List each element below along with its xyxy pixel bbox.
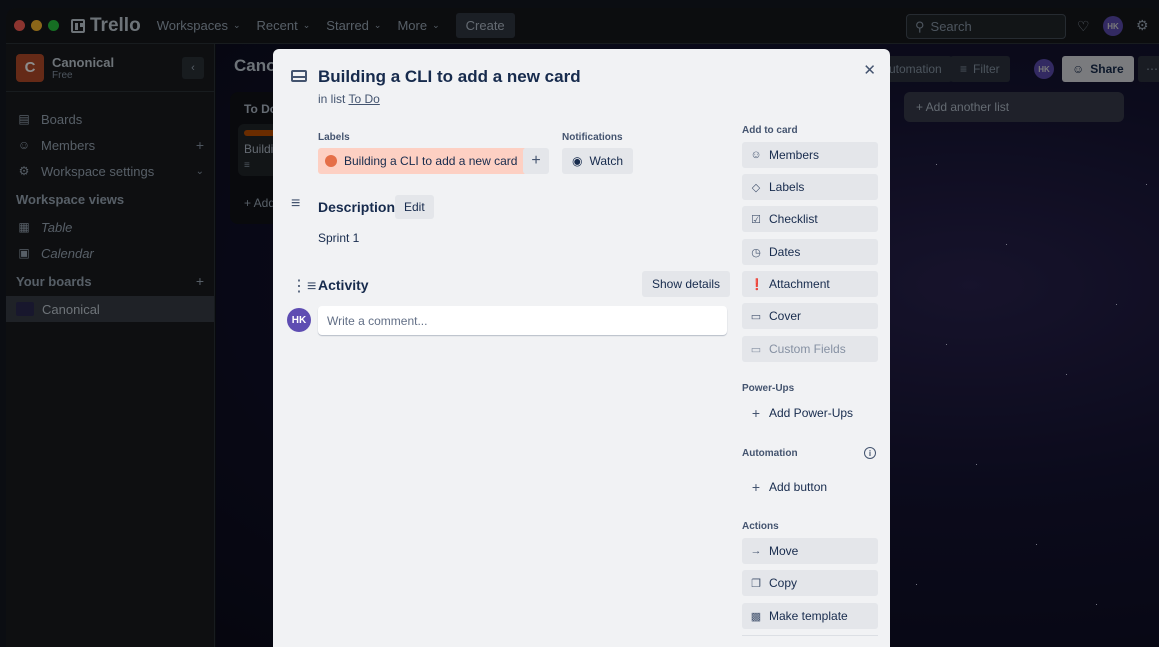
custom-fields-label: Custom Fields [769,342,846,356]
label-color-dot [325,155,337,167]
tag-icon: ◇ [751,181,761,194]
plus-icon: + [751,479,761,495]
commenter-avatar[interactable]: HK [287,308,311,332]
copy-icon: ❐ [751,577,761,590]
edit-description-button[interactable]: Edit [395,195,434,219]
add-power-ups-button[interactable]: + Add Power-Ups [742,400,878,426]
description-heading: Description [318,199,396,215]
labels-heading: Labels [318,132,350,143]
members-label: Members [769,148,820,162]
watch-label: Watch [589,154,624,168]
cover-label: Cover [769,309,802,323]
actions-heading: Actions [742,521,779,532]
power-ups-heading: Power-Ups [742,383,795,394]
checklist-label: Checklist [769,212,818,226]
copy-label: Copy [769,576,798,590]
labels-button[interactable]: ◇ Labels [742,174,878,200]
person-icon: ☺ [750,149,762,161]
template-icon: ▩ [750,610,762,623]
label-chip[interactable]: Building a CLI to add a new card [318,148,528,174]
paperclip-icon: ❗ [750,278,764,291]
add-power-ups-label: Add Power-Ups [769,406,854,420]
description-icon: ≡ [291,195,301,212]
add-label-button[interactable]: + [523,148,549,174]
close-icon[interactable]: ✕ [863,61,876,79]
activity-icon: ⋮≡ [291,278,317,295]
dates-label: Dates [769,245,801,259]
watch-button[interactable]: ◉ Watch [562,148,634,174]
cover-icon: ▭ [750,310,762,323]
cover-button[interactable]: ▭ Cover [742,303,878,329]
description-text[interactable]: Sprint 1 [318,231,359,245]
card-detail-modal: ✕ Building a CLI to add a new card in li… [273,49,890,647]
info-icon[interactable]: i [864,447,876,459]
arrow-right-icon: → [750,545,762,557]
attachment-label: Attachment [769,277,830,291]
list-link[interactable]: To Do [348,92,379,106]
make-template-button[interactable]: ▩ Make template [742,603,878,629]
divider [742,635,878,636]
comment-input[interactable] [318,306,727,335]
add-button-button[interactable]: + Add button [742,474,878,500]
clock-icon: ◷ [751,246,761,259]
automation-heading: Automation [742,448,798,459]
plus-icon: + [751,405,761,421]
label-text: Building a CLI to add a new card [344,154,518,168]
show-details-button[interactable]: Show details [642,271,731,297]
add-to-card-heading: Add to card [742,125,798,136]
dates-button[interactable]: ◷ Dates [742,239,878,265]
custom-fields-button[interactable]: ▭ Custom Fields [742,336,878,362]
activity-heading: Activity [318,277,369,293]
custom-fields-icon: ▭ [750,343,762,356]
members-button[interactable]: ☺ Members [742,142,878,168]
add-button-label: Add button [769,480,828,494]
move-label: Move [769,544,799,558]
in-list-prefix: in list [318,92,346,106]
labels-label: Labels [769,180,805,194]
card-title[interactable]: Building a CLI to add a new card [318,67,581,87]
copy-button[interactable]: ❐ Copy [742,570,878,596]
in-list-text: in list To Do [318,92,380,106]
notifications-heading: Notifications [562,132,623,143]
checklist-button[interactable]: ☑ Checklist [742,206,878,232]
make-template-label: Make template [769,609,848,623]
checklist-icon: ☑ [751,213,761,226]
eye-icon: ◉ [572,154,583,168]
move-button[interactable]: → Move [742,538,878,564]
attachment-button[interactable]: ❗ Attachment [742,271,878,297]
card-icon [291,70,307,82]
